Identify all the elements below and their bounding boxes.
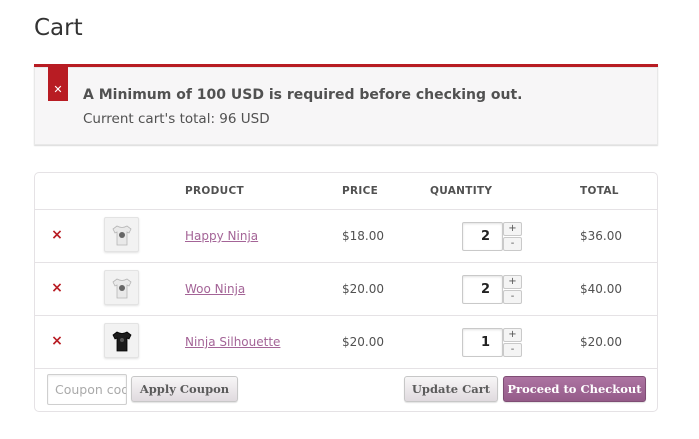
product-link[interactable]: Woo Ninja <box>185 282 245 296</box>
close-icon: ✕ <box>48 64 68 101</box>
table-header: PRODUCT PRICE QUANTITY TOTAL <box>35 173 657 210</box>
remove-item-button[interactable]: × <box>50 281 64 295</box>
header-price: PRICE <box>342 185 379 197</box>
quantity-stepper: 2 + - <box>462 221 523 252</box>
tshirt-white-icon[interactable] <box>104 217 139 252</box>
remove-item-button[interactable]: × <box>50 334 64 348</box>
error-notice: ✕ A Minimum of 100 USD is required befor… <box>34 64 658 145</box>
apply-coupon-button[interactable]: Apply Coupon <box>131 376 238 402</box>
header-quantity: QUANTITY <box>430 185 493 197</box>
tshirt-white-icon[interactable] <box>104 270 139 305</box>
quantity-plus-button[interactable]: + <box>503 222 522 236</box>
quantity-minus-button[interactable]: - <box>503 343 522 357</box>
quantity-minus-button[interactable]: - <box>503 237 522 251</box>
quantity-input[interactable]: 1 <box>462 328 503 357</box>
tshirt-black-icon[interactable] <box>104 323 139 358</box>
item-price: $18.00 <box>342 229 384 243</box>
quantity-stepper: 1 + - <box>462 327 523 358</box>
notice-detail: Current cart's total: 96 USD <box>83 111 270 127</box>
quantity-input[interactable]: 2 <box>462 275 503 304</box>
quantity-input[interactable]: 2 <box>462 222 503 251</box>
remove-item-button[interactable]: × <box>50 228 64 242</box>
item-total: $20.00 <box>580 335 622 349</box>
header-product: PRODUCT <box>185 185 244 197</box>
item-total: $36.00 <box>580 229 622 243</box>
cart-table: PRODUCT PRICE QUANTITY TOTAL × Happy Nin… <box>34 172 658 412</box>
notice-message: A Minimum of 100 USD is required before … <box>83 87 523 103</box>
quantity-minus-button[interactable]: - <box>503 290 522 304</box>
table-row: × Happy Ninja $18.00 2 + - $36.00 <box>35 210 657 263</box>
update-cart-button[interactable]: Update Cart <box>404 376 498 402</box>
item-price: $20.00 <box>342 282 384 296</box>
page-title: Cart <box>34 15 83 41</box>
item-total: $40.00 <box>580 282 622 296</box>
coupon-code-input[interactable]: Coupon code <box>47 374 127 405</box>
quantity-plus-button[interactable]: + <box>503 328 522 342</box>
product-link[interactable]: Happy Ninja <box>185 229 258 243</box>
header-total: TOTAL <box>580 185 619 197</box>
product-link[interactable]: Ninja Silhouette <box>185 335 280 349</box>
proceed-to-checkout-button[interactable]: Proceed to Checkout <box>503 376 646 402</box>
item-price: $20.00 <box>342 335 384 349</box>
quantity-stepper: 2 + - <box>462 274 523 305</box>
table-row: × Woo Ninja $20.00 2 + - $40.00 <box>35 263 657 316</box>
quantity-plus-button[interactable]: + <box>503 275 522 289</box>
table-row: × Ninja Silhouette $20.00 1 + - $20.00 <box>35 316 657 369</box>
